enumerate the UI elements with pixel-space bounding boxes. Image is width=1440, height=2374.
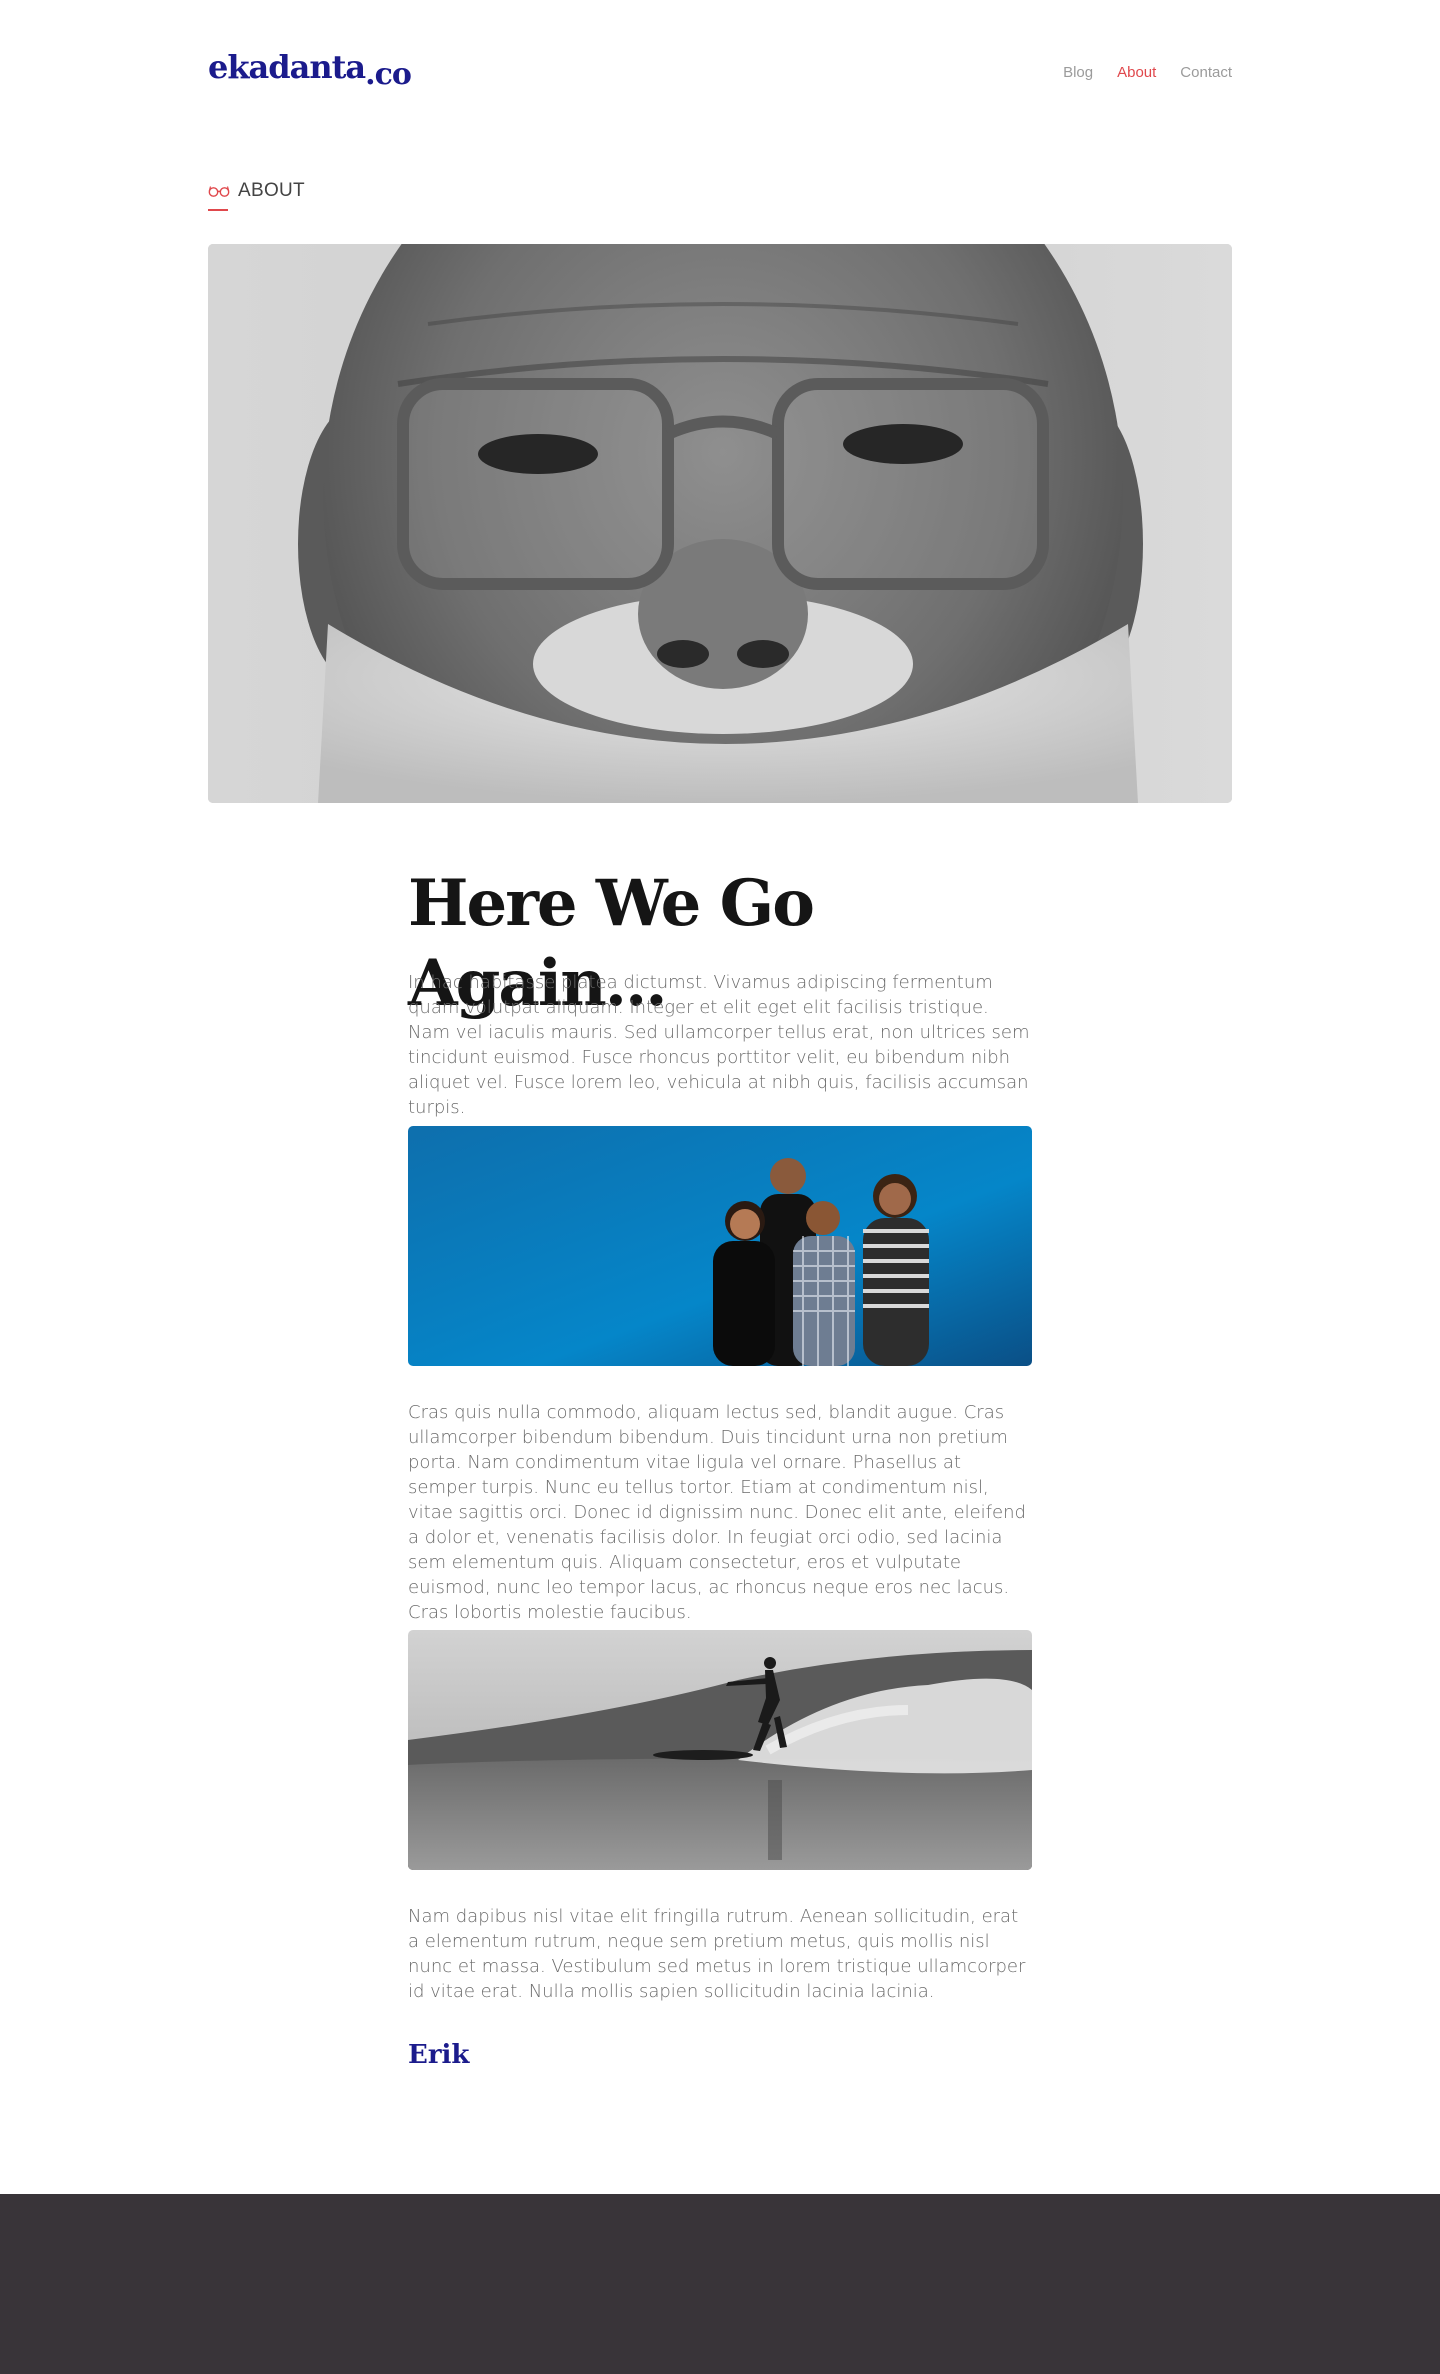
main-nav: Blog About Contact xyxy=(1063,64,1232,81)
nav-link-about[interactable]: About xyxy=(1117,64,1156,81)
logo-tld: .co xyxy=(365,57,412,92)
team-photo-graphic xyxy=(408,1126,1032,1366)
section-underline xyxy=(208,209,228,211)
site-footer xyxy=(0,2194,1440,2374)
nav-link-blog[interactable]: Blog xyxy=(1063,64,1093,81)
surfer-photo xyxy=(408,1630,1032,1870)
team-photo xyxy=(408,1126,1032,1366)
article-paragraph-2: Cras quis nulla commodo, aliquam lectus … xyxy=(408,1402,1026,1623)
site-header: ekadanta.co Blog About Contact xyxy=(208,48,1232,98)
nav-link-contact[interactable]: Contact xyxy=(1180,64,1232,81)
glasses-icon xyxy=(208,186,230,197)
article-paragraph-3: Nam dapibus nisl vitae elit fringilla ru… xyxy=(408,1906,1026,2002)
hero-portrait-graphic xyxy=(208,244,1232,803)
surfer-photo-graphic xyxy=(408,1630,1032,1870)
author-signature: Erik xyxy=(408,2040,470,2070)
article-paragraph-1: In hac habitasse platea dictumst. Vivamu… xyxy=(408,972,1030,1118)
logo-main: ekadanta xyxy=(208,48,366,86)
hero-image xyxy=(208,244,1232,803)
section-heading: ABOUT xyxy=(208,180,305,202)
section-label: ABOUT xyxy=(238,180,305,201)
site-logo[interactable]: ekadanta.co xyxy=(208,48,412,92)
